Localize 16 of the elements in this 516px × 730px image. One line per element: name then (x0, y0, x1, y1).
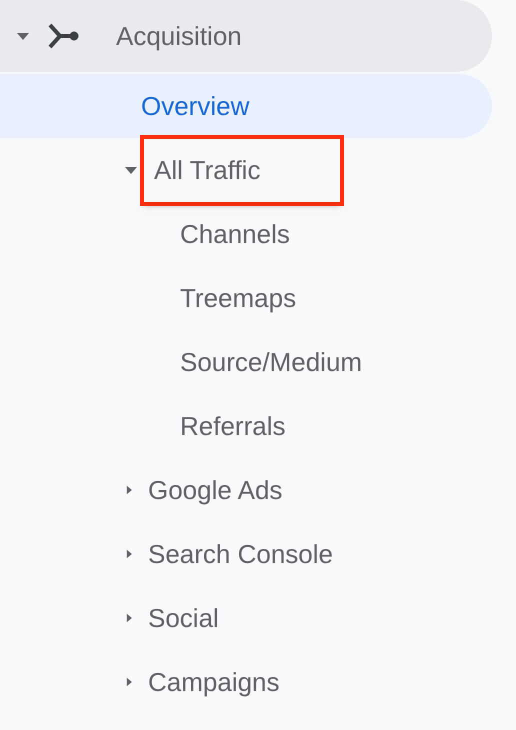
caret-icon[interactable] (124, 611, 134, 625)
caret-icon[interactable] (124, 675, 134, 689)
section-header[interactable]: Acquisition (0, 0, 492, 72)
nav-item[interactable]: Treemaps (180, 278, 296, 318)
nav-item[interactable]: Search Console (148, 534, 333, 574)
nav-item[interactable]: Channels (180, 214, 290, 254)
merge-icon (48, 23, 80, 49)
caret-icon[interactable] (124, 547, 134, 561)
nav-item[interactable]: Google Ads (148, 470, 282, 510)
nav-item[interactable]: Overview (141, 86, 250, 126)
nav-item[interactable]: Social (148, 598, 219, 638)
nav-item[interactable]: Campaigns (148, 662, 280, 702)
nav-item[interactable]: Referrals (180, 406, 286, 446)
section-title: Acquisition (116, 20, 242, 52)
caret-icon[interactable] (124, 483, 134, 497)
nav-item[interactable]: Source/Medium (180, 342, 362, 382)
